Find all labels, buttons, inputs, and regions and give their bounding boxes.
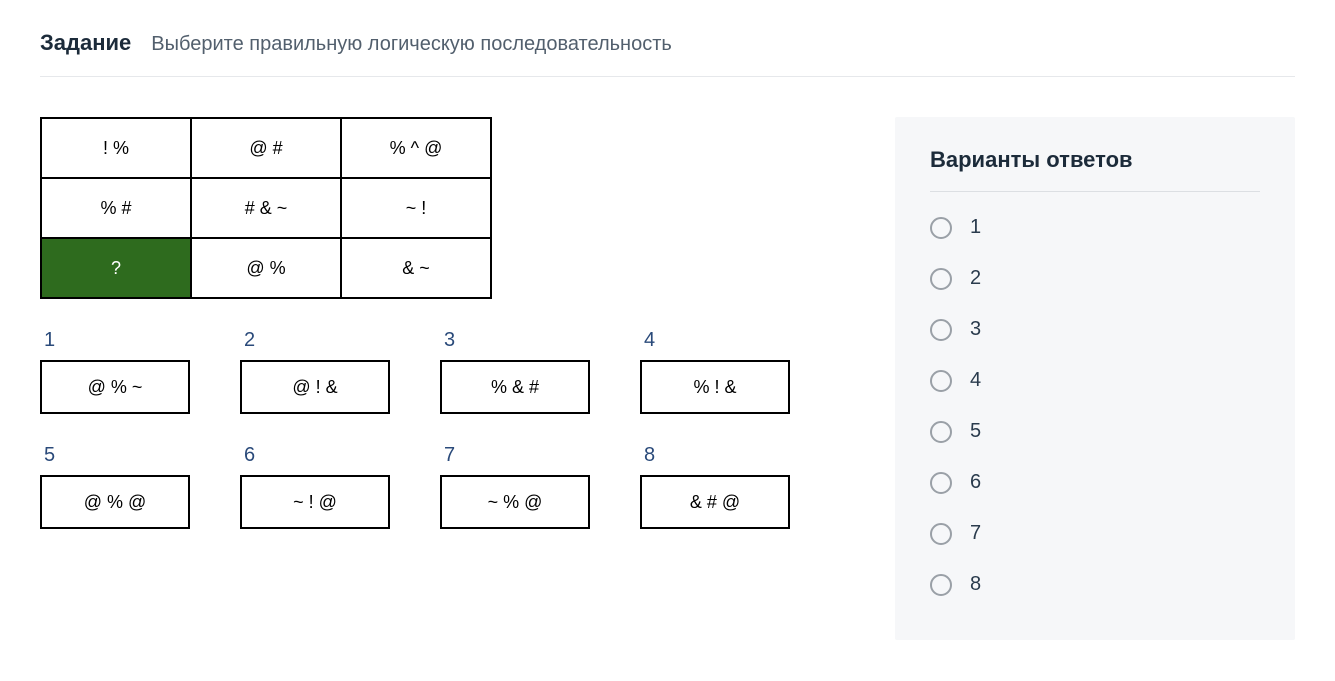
option-box: ~ % @ xyxy=(440,475,590,529)
grid-cell: @ % xyxy=(191,238,341,298)
options-grid: 1 @ % ~ 2 @ ! & 3 % & # 4 % ! & 5 @ % @ … xyxy=(40,329,855,549)
grid-cell: @ # xyxy=(191,118,341,178)
task-header: Задание Выберите правильную логическую п… xyxy=(40,30,1295,77)
answer-label: 3 xyxy=(970,318,981,341)
answer-option-7[interactable]: 7 xyxy=(930,508,1260,559)
answer-label: 4 xyxy=(970,369,981,392)
option-4: 4 % ! & xyxy=(640,329,820,434)
option-number: 1 xyxy=(40,329,220,352)
option-number: 8 xyxy=(640,444,820,467)
option-box: @ ! & xyxy=(240,360,390,414)
symbol-grid: ! % @ # % ^ @ % # # & ~ ~ ! ? @ % & ~ xyxy=(40,117,492,299)
radio-icon xyxy=(930,319,952,341)
radio-icon xyxy=(930,217,952,239)
option-8: 8 & # @ xyxy=(640,444,820,549)
option-box: ~ ! @ xyxy=(240,475,390,529)
answers-title: Варианты ответов xyxy=(930,147,1260,192)
grid-cell: % # xyxy=(41,178,191,238)
option-5: 5 @ % @ xyxy=(40,444,220,549)
option-number: 2 xyxy=(240,329,420,352)
answer-option-2[interactable]: 2 xyxy=(930,253,1260,304)
answer-label: 2 xyxy=(970,267,981,290)
answer-label: 6 xyxy=(970,471,981,494)
answer-label: 8 xyxy=(970,573,981,596)
option-1: 1 @ % ~ xyxy=(40,329,220,434)
answer-option-1[interactable]: 1 xyxy=(930,202,1260,253)
option-number: 6 xyxy=(240,444,420,467)
option-2: 2 @ ! & xyxy=(240,329,420,434)
grid-cell-unknown: ? xyxy=(41,238,191,298)
radio-icon xyxy=(930,574,952,596)
question-panel: ! % @ # % ^ @ % # # & ~ ~ ! ? @ % & ~ 1 … xyxy=(40,117,855,549)
task-title: Задание xyxy=(40,30,131,56)
answer-option-3[interactable]: 3 xyxy=(930,304,1260,355)
option-7: 7 ~ % @ xyxy=(440,444,620,549)
radio-icon xyxy=(930,472,952,494)
answer-option-6[interactable]: 6 xyxy=(930,457,1260,508)
option-box: @ % ~ xyxy=(40,360,190,414)
answer-label: 7 xyxy=(970,522,981,545)
option-6: 6 ~ ! @ xyxy=(240,444,420,549)
radio-icon xyxy=(930,370,952,392)
answer-label: 1 xyxy=(970,216,981,239)
task-subtitle: Выберите правильную логическую последова… xyxy=(151,33,672,56)
radio-icon xyxy=(930,523,952,545)
answer-option-8[interactable]: 8 xyxy=(930,559,1260,610)
grid-cell: ~ ! xyxy=(341,178,491,238)
answers-panel: Варианты ответов 1 2 3 4 5 6 7 xyxy=(895,117,1295,640)
radio-icon xyxy=(930,421,952,443)
answer-option-5[interactable]: 5 xyxy=(930,406,1260,457)
grid-cell: & ~ xyxy=(341,238,491,298)
radio-icon xyxy=(930,268,952,290)
option-number: 7 xyxy=(440,444,620,467)
answer-label: 5 xyxy=(970,420,981,443)
option-number: 4 xyxy=(640,329,820,352)
option-box: @ % @ xyxy=(40,475,190,529)
option-number: 5 xyxy=(40,444,220,467)
grid-cell: # & ~ xyxy=(191,178,341,238)
option-box: % ! & xyxy=(640,360,790,414)
answer-option-4[interactable]: 4 xyxy=(930,355,1260,406)
option-number: 3 xyxy=(440,329,620,352)
option-3: 3 % & # xyxy=(440,329,620,434)
option-box: & # @ xyxy=(640,475,790,529)
option-box: % & # xyxy=(440,360,590,414)
grid-cell: % ^ @ xyxy=(341,118,491,178)
content-area: ! % @ # % ^ @ % # # & ~ ~ ! ? @ % & ~ 1 … xyxy=(40,117,1295,640)
grid-cell: ! % xyxy=(41,118,191,178)
